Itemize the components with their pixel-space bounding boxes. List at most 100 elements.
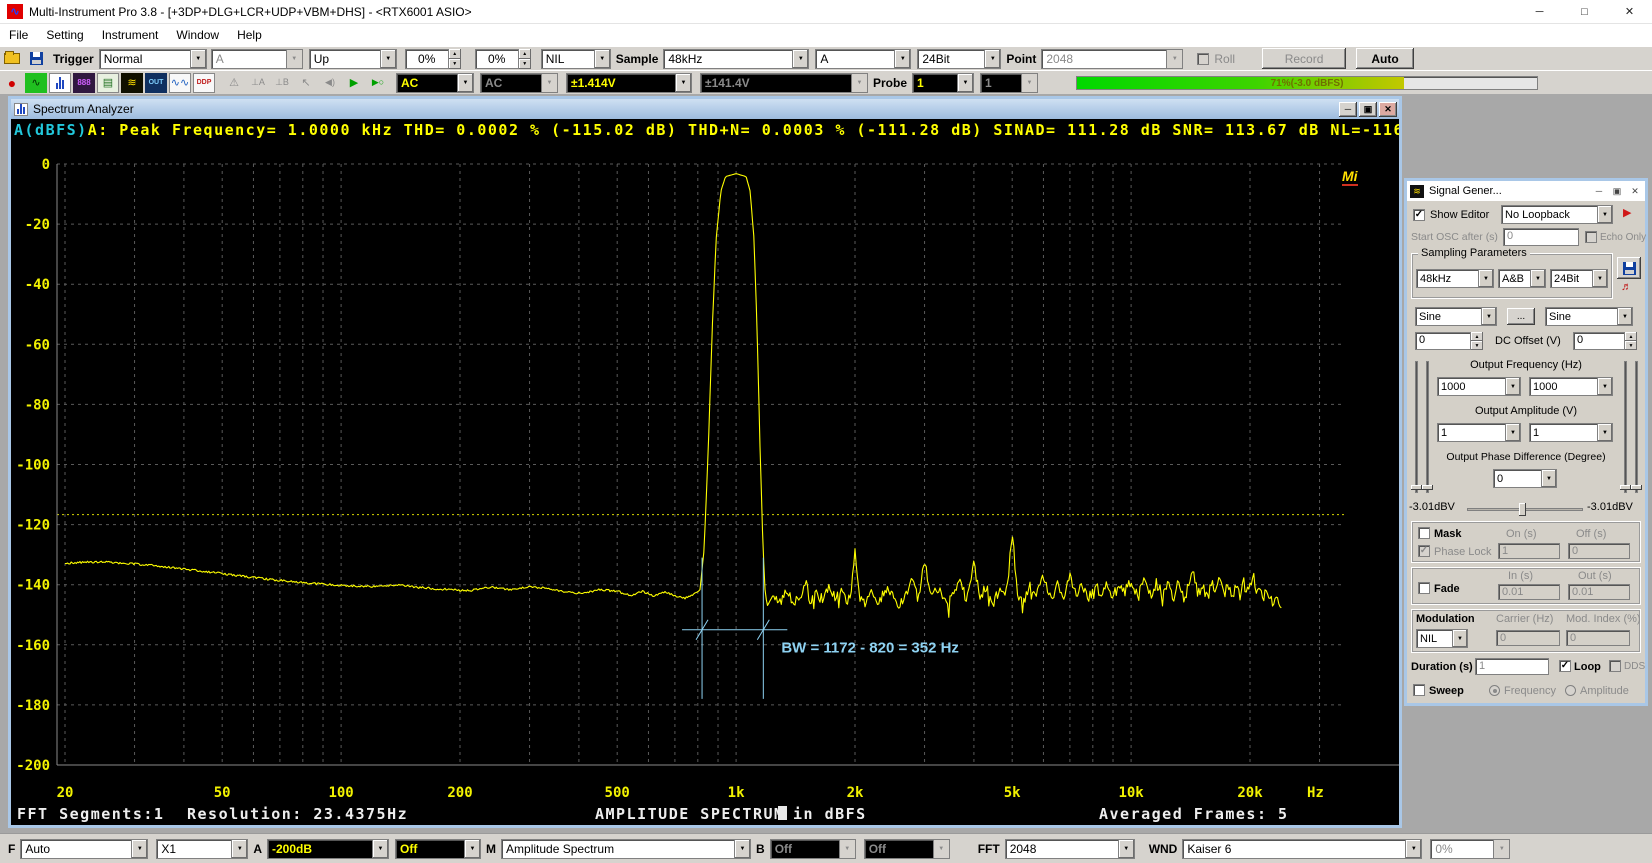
waveform-b-select[interactable]: Sine▼: [1545, 307, 1633, 326]
menu-setting[interactable]: Setting: [37, 25, 92, 45]
data-logger-icon[interactable]: ▤: [97, 73, 119, 93]
amplitude-b-select[interactable]: 1▼: [1529, 423, 1613, 442]
play-icon[interactable]: ▶: [343, 73, 365, 93]
shift-a-select[interactable]: Off▼: [395, 839, 481, 859]
spectrum-plot[interactable]: 0-20-40-60-80-100-120-140-160-180-200205…: [11, 141, 1399, 825]
amplitude-slider-a2[interactable]: [1426, 361, 1429, 493]
save-file-icon[interactable]: [25, 49, 47, 69]
menu-help[interactable]: Help: [228, 25, 271, 45]
freq-axis-select[interactable]: Auto▼: [20, 839, 148, 859]
fade-checkbox[interactable]: [1418, 582, 1430, 594]
mode-label: M: [486, 842, 496, 856]
play-loop-icon[interactable]: ▶○: [367, 73, 389, 93]
duration-field[interactable]: 1: [1475, 658, 1549, 675]
coupling-a-select[interactable]: AC▼: [396, 73, 474, 93]
siggen-bits-select[interactable]: 24Bit▼: [1550, 269, 1608, 288]
waveform-editor-button[interactable]: ...: [1507, 308, 1535, 325]
svg-text:2k: 2k: [847, 785, 864, 801]
sample-rate-select[interactable]: 48kHz▼: [663, 49, 809, 69]
amplitude-slider-b1[interactable]: [1624, 361, 1627, 493]
channel-b-label: B: [756, 842, 765, 856]
window-function-select[interactable]: Kaiser 6▼: [1182, 839, 1422, 859]
siggen-minimize-icon[interactable]: ─: [1591, 184, 1607, 198]
menu-instrument[interactable]: Instrument: [93, 25, 168, 45]
trigger-level-stepper[interactable]: 0% ▲▼: [405, 49, 461, 69]
open-file-icon[interactable]: [1, 49, 23, 69]
siggen-maximize-icon[interactable]: ▣: [1609, 184, 1625, 198]
probe-a-select[interactable]: 1▼: [912, 73, 974, 93]
dc-offset-a-field[interactable]: 0: [1415, 332, 1471, 350]
slider-handle-a2[interactable]: [1422, 485, 1433, 490]
signal-generator-icon[interactable]: ∿∿: [169, 73, 191, 93]
pointer-icon: ↖: [295, 73, 317, 93]
maximize-icon[interactable]: □: [1562, 0, 1607, 24]
mask-checkbox[interactable]: [1418, 527, 1430, 539]
slider-handle-b2[interactable]: [1631, 485, 1642, 490]
trigger-edge-select[interactable]: Up▼: [309, 49, 397, 69]
dds-checkbox: [1609, 660, 1621, 672]
phase-difference-label: Output Phase Difference (Degree): [1407, 451, 1645, 463]
svg-text:20k: 20k: [1237, 785, 1263, 801]
amplitude-slider-a1[interactable]: [1415, 361, 1418, 493]
spectrum-restore-icon[interactable]: ▣: [1359, 102, 1377, 117]
modulation-select[interactable]: NIL▼: [1416, 629, 1468, 648]
loopback-select[interactable]: No Loopback▼: [1501, 205, 1613, 224]
slider-handle-b1[interactable]: [1620, 485, 1631, 490]
fade-out-label: Out (s): [1578, 570, 1612, 582]
minimize-icon[interactable]: ─: [1517, 0, 1562, 24]
trigger-delay-stepper[interactable]: 0% ▲▼: [475, 49, 531, 69]
dc-offset-b-stepper[interactable]: ▲▼: [1625, 332, 1637, 350]
spectrum-minimize-icon[interactable]: ─: [1339, 102, 1357, 117]
sample-bits-select[interactable]: 24Bit▼: [917, 49, 1001, 69]
zoom-select[interactable]: X1▼: [156, 839, 248, 859]
coupling-b-select: AC▼: [480, 73, 558, 93]
amplitude-slider-b2[interactable]: [1635, 361, 1638, 493]
multimeter-icon[interactable]: 888: [73, 73, 95, 93]
waveform-a-select[interactable]: Sine▼: [1415, 307, 1497, 326]
svg-text:Hz: Hz: [1307, 785, 1324, 801]
notes-icon[interactable]: ♬: [1621, 281, 1632, 293]
spectrum-analyzer-icon[interactable]: [49, 73, 71, 93]
range-a-select[interactable]: ±1.414V▼: [566, 73, 692, 93]
show-editor-checkbox[interactable]: [1413, 209, 1425, 221]
oscilloscope-icon[interactable]: ∿: [25, 73, 47, 93]
slider-handle-a1[interactable]: [1411, 485, 1422, 490]
mi-logo: Mi: [1342, 169, 1358, 186]
siggen-rate-select[interactable]: 48kHz▼: [1416, 269, 1494, 288]
auto-button[interactable]: Auto: [1356, 48, 1414, 69]
siggen-save-button[interactable]: [1617, 257, 1641, 279]
record-icon[interactable]: ●: [1, 73, 23, 93]
frequency-a-select[interactable]: 1000▼: [1437, 377, 1521, 396]
balance-slider-handle[interactable]: [1519, 503, 1526, 516]
spectrum-3d-icon[interactable]: ≋: [121, 73, 143, 93]
spectrum-close-icon[interactable]: ✕: [1379, 102, 1397, 117]
ddp-viewer-icon[interactable]: DDP: [193, 73, 215, 93]
sweep-checkbox[interactable]: [1413, 684, 1425, 696]
amplitude-a-select[interactable]: 1▼: [1437, 423, 1521, 442]
trigger-mode-select[interactable]: Normal▼: [99, 49, 207, 69]
menu-file[interactable]: File: [0, 25, 37, 45]
siggen-channels-select[interactable]: A&B▼: [1498, 269, 1546, 288]
fft-size-select[interactable]: 2048▼: [1005, 839, 1135, 859]
menu-window[interactable]: Window: [167, 25, 228, 45]
range-a-display-select[interactable]: -200dB▼: [267, 839, 389, 859]
spectrum-window-titlebar[interactable]: Spectrum Analyzer ─ ▣ ✕: [11, 99, 1399, 119]
carrier-field: 0: [1496, 630, 1560, 646]
siggen-titlebar[interactable]: ≋ Signal Gener... ─ ▣ ✕: [1407, 181, 1645, 201]
siggen-play-icon[interactable]: ▶: [1623, 207, 1631, 220]
device-test-plan-icon[interactable]: OUT: [145, 73, 167, 93]
display-mode-select[interactable]: Amplitude Spectrum▼: [501, 839, 751, 859]
close-icon[interactable]: ✕: [1607, 0, 1652, 24]
svg-text:-20: -20: [25, 217, 50, 233]
spectrum-chart[interactable]: 0-20-40-60-80-100-120-140-160-180-200205…: [11, 141, 1399, 825]
sample-channel-select[interactable]: A▼: [815, 49, 911, 69]
phase-select[interactable]: 0▼: [1493, 469, 1557, 488]
siggen-close-icon[interactable]: ✕: [1627, 184, 1643, 198]
frequency-b-select[interactable]: 1000▼: [1529, 377, 1613, 396]
svg-text:-120: -120: [16, 518, 50, 534]
roll-checkbox: [1197, 53, 1209, 65]
dc-offset-a-stepper[interactable]: ▲▼: [1471, 332, 1483, 350]
dc-offset-b-field[interactable]: 0: [1573, 332, 1625, 350]
trigger-nil-select[interactable]: NIL▼: [541, 49, 611, 69]
loop-checkbox[interactable]: [1559, 660, 1571, 672]
